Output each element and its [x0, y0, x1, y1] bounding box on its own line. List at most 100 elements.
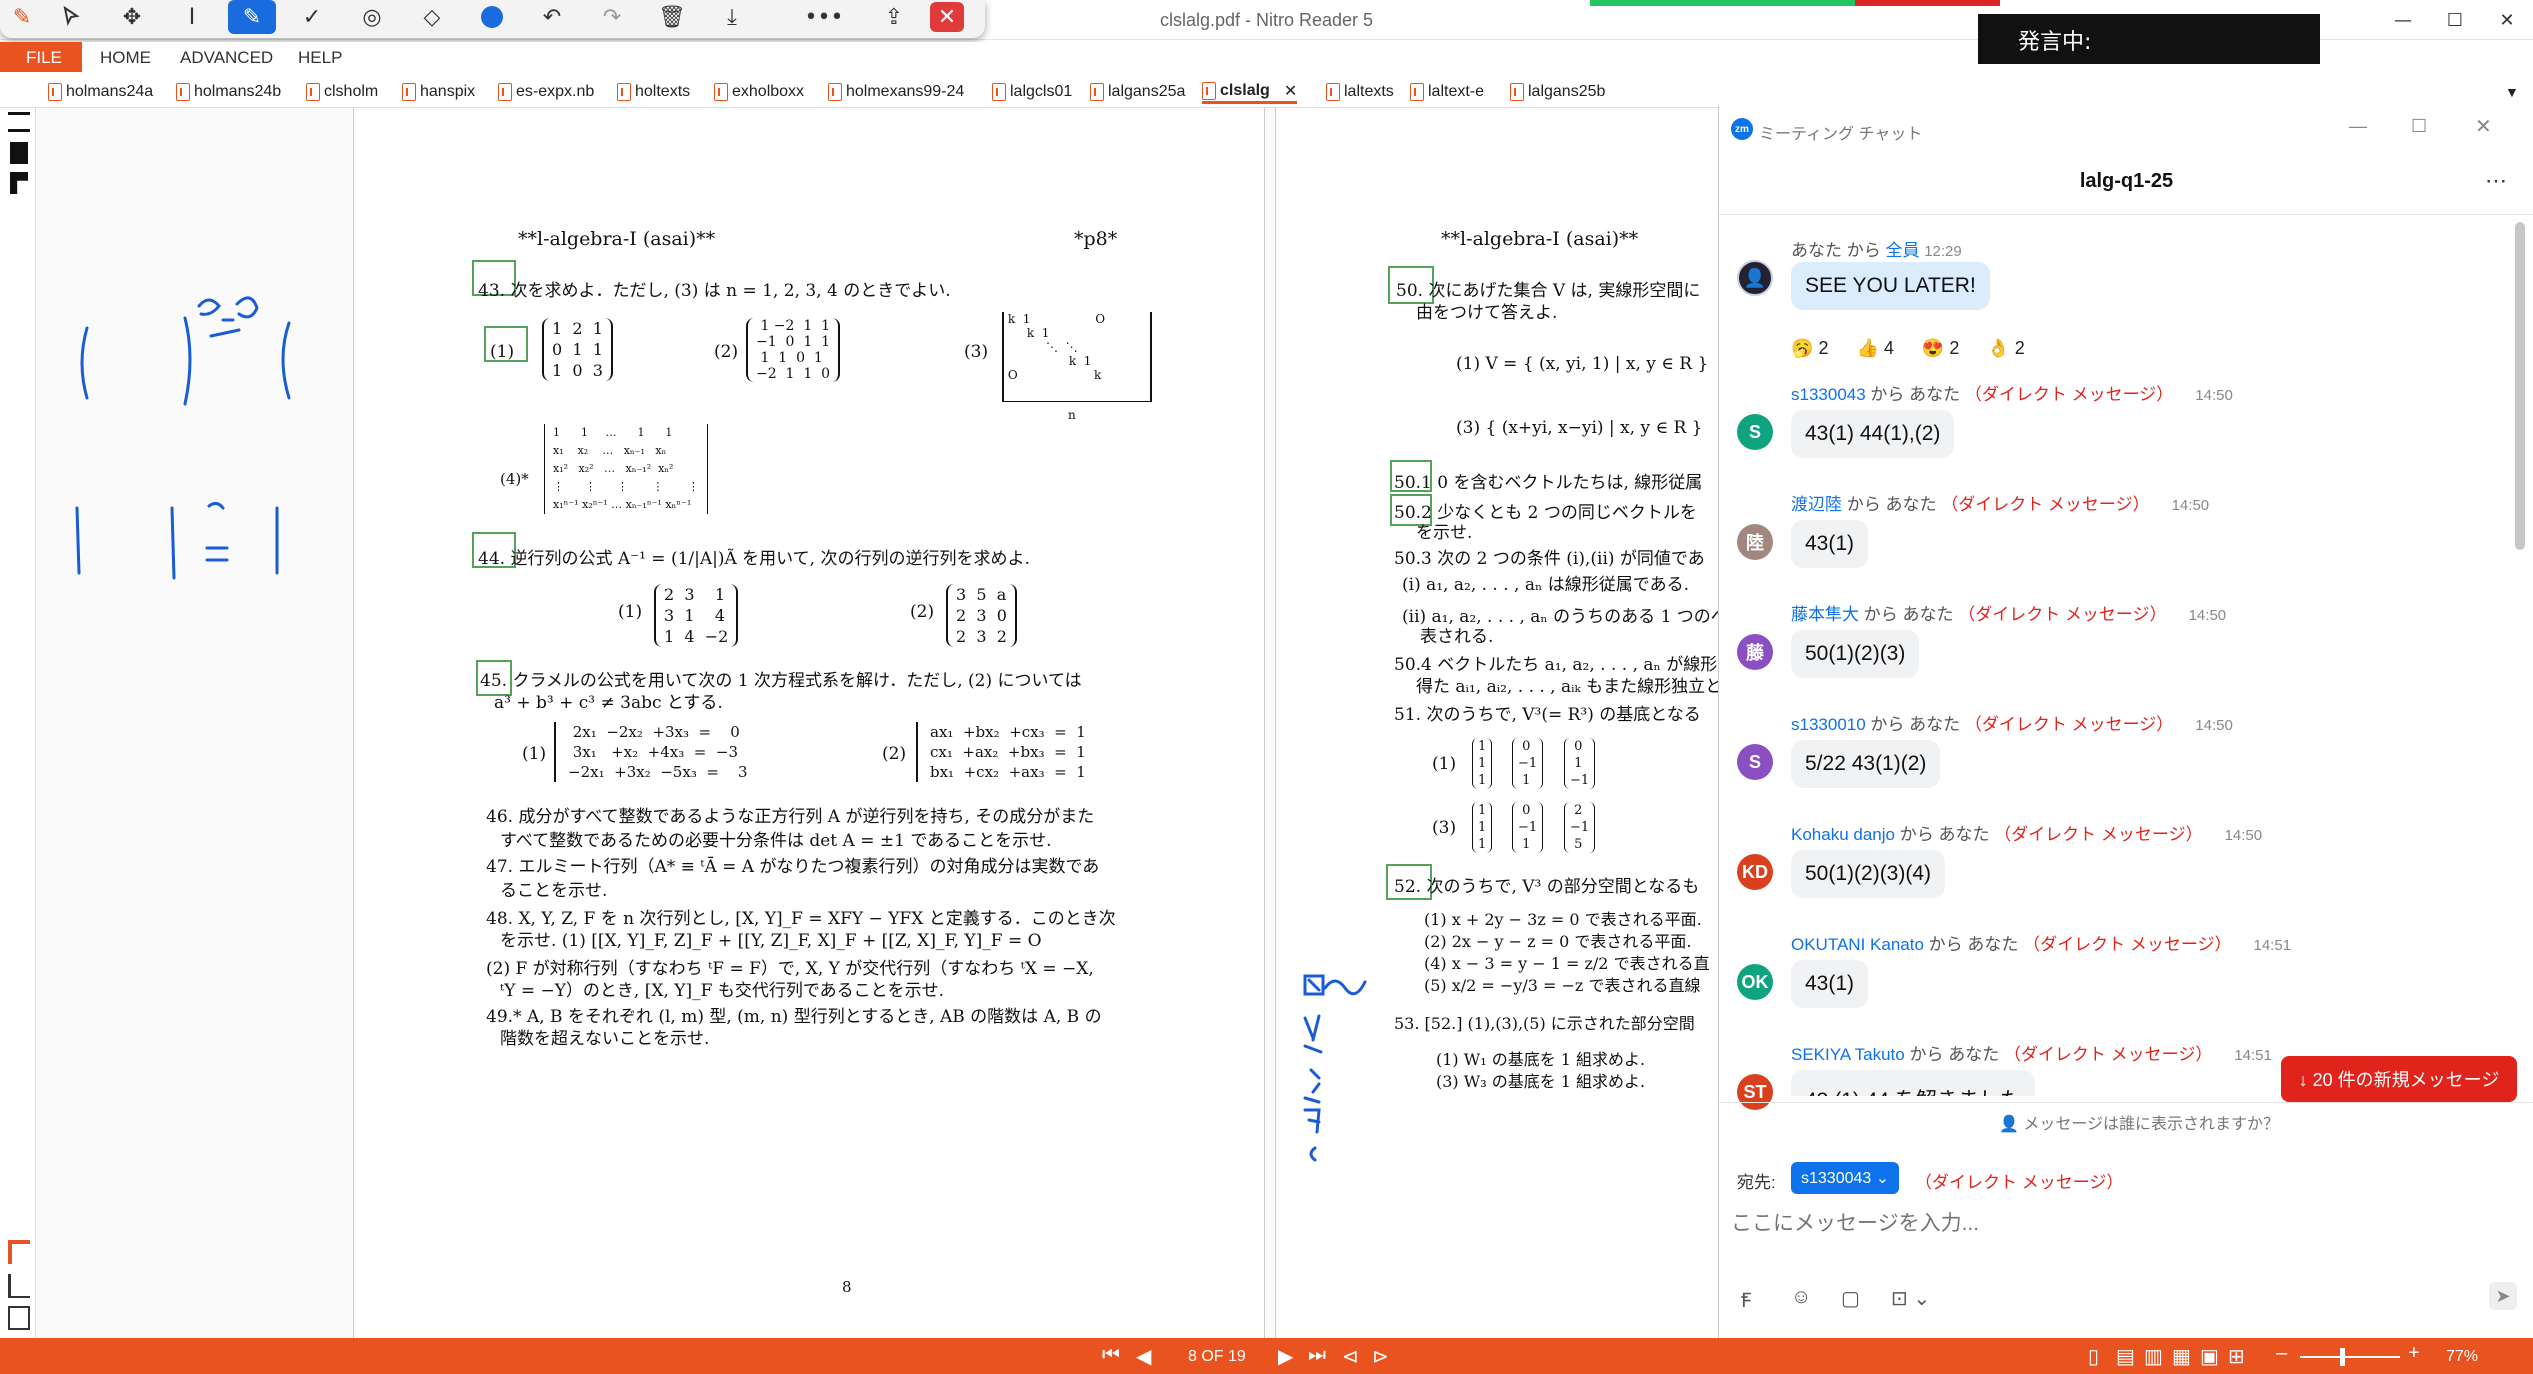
undo-icon[interactable]: ↶: [528, 0, 576, 34]
tab-doc[interactable]: laltexts: [1326, 80, 1394, 104]
reaction[interactable]: 👌 2: [1987, 338, 2024, 359]
message-header: SEKIYA Takuto から あなた （ダイレクト メッセージ） 14:51: [1791, 1040, 2272, 1065]
sender-name[interactable]: s1330010: [1791, 715, 1866, 734]
select-arrow-icon[interactable]: [48, 0, 96, 34]
fullscreen-icon[interactable]: ▣: [2200, 1344, 2219, 1369]
message-header: 藤本隼大 から あなた （ダイレクト メッセージ） 14:50: [1791, 600, 2226, 625]
sender-name[interactable]: OKUTANI Kanato: [1791, 935, 1924, 954]
reaction[interactable]: 😍 2: [1922, 338, 1959, 359]
question-50-4-cont: 得た aᵢ₁, aᵢ₂, . . . , aᵢₖ もまた線形独立と: [1416, 677, 1723, 697]
menu-file[interactable]: FILE: [0, 42, 82, 72]
chat-maximize-button[interactable]: ☐: [2411, 116, 2427, 137]
tab-doc[interactable]: hanspix: [402, 80, 475, 104]
text-cursor-icon[interactable]: I: [168, 0, 216, 34]
format-icon[interactable]: Ꞙ: [1741, 1286, 1751, 1313]
first-page-icon[interactable]: ⏮: [1102, 1344, 1120, 1367]
recipient-dropdown[interactable]: s1330043 ⌄: [1791, 1162, 1900, 1194]
close-toolbar-icon[interactable]: ✕: [930, 2, 964, 32]
visibility-note[interactable]: 👤 メッセージは誰に表示されますか？: [1999, 1110, 2279, 1134]
question-47-cont: ることを示せ.: [500, 881, 608, 901]
forward-view-icon[interactable]: ⊳: [1372, 1344, 1389, 1369]
question-49-cont: 階数を超えないことを示せ.: [500, 1029, 710, 1049]
question-45-cont: a³ + b³ + c³ ≠ 3abc とする.: [494, 693, 723, 713]
message-input[interactable]: [1731, 1204, 2511, 1244]
tab-doc[interactable]: holmans24a: [48, 80, 153, 104]
sender-name[interactable]: Kohaku danjo: [1791, 825, 1895, 844]
sender-name[interactable]: s1330043: [1791, 385, 1866, 404]
sender-name[interactable]: 藤本隼大: [1791, 605, 1859, 624]
trash-icon[interactable]: 🗑: [648, 0, 696, 34]
color-icon[interactable]: [468, 0, 516, 34]
sender-name[interactable]: SEKIYA Takuto: [1791, 1045, 1905, 1064]
single-page-icon[interactable]: ▯: [2088, 1344, 2099, 1369]
next-page-icon[interactable]: ▶: [1278, 1344, 1293, 1369]
menu-help[interactable]: HELP: [298, 48, 342, 68]
emoji-icon[interactable]: ☺: [1791, 1286, 1811, 1309]
tab-doc[interactable]: holtexts: [617, 80, 690, 104]
tab-doc[interactable]: laltext-e: [1410, 80, 1484, 104]
from-label: から あなた: [1909, 1045, 2000, 1064]
tab-doc[interactable]: es-expx.nb: [498, 80, 594, 104]
new-messages-button[interactable]: ↓ 20 件の新規メッセージ: [2281, 1056, 2517, 1102]
share-icon[interactable]: ⇪: [870, 0, 918, 34]
pages-panel-icon[interactable]: [8, 112, 30, 132]
close-tab-icon[interactable]: ✕: [1284, 81, 1297, 101]
redo-icon[interactable]: ↷: [588, 0, 636, 34]
facing-continuous-icon[interactable]: ▦: [2172, 1344, 2191, 1369]
check-icon[interactable]: ✓: [288, 0, 336, 34]
move-icon[interactable]: ✥: [108, 0, 156, 34]
reaction[interactable]: 🥱 2: [1791, 338, 1828, 359]
pdf-file-icon: [1090, 83, 1104, 101]
fit-page-icon[interactable]: ⊞: [2228, 1344, 2245, 1369]
chat-minimize-button[interactable]: —: [2349, 116, 2367, 137]
question-50-3: 50.3 次の 2 つの条件 (i),(ii) が同値であ: [1394, 549, 1705, 569]
tab-doc[interactable]: lalgcls01: [992, 80, 1072, 104]
more-icon[interactable]: •••: [800, 0, 848, 34]
dm-label: （ダイレクト メッセージ）: [1994, 825, 2203, 844]
tab-doc[interactable]: clsholm: [306, 80, 378, 104]
zoom-out-icon[interactable]: –: [2276, 1342, 2287, 1365]
pdf-file-icon: [714, 83, 728, 101]
zoom-level[interactable]: 77%: [2446, 1348, 2478, 1366]
tab-doc-active[interactable]: clslalg ✕: [1202, 80, 1298, 104]
continuous-icon[interactable]: ▤: [2116, 1344, 2135, 1369]
page-indicator[interactable]: 8 OF 19: [1188, 1348, 1246, 1366]
tab-doc[interactable]: exholboxx: [714, 80, 804, 104]
dm-label: （ダイレクト メッセージ）: [1941, 495, 2150, 514]
sender-avatar: KD: [1737, 854, 1773, 890]
tab-doc[interactable]: holmexans99-24: [828, 80, 964, 104]
tab-doc[interactable]: holmans24b: [176, 80, 281, 104]
minimize-button[interactable]: —: [2377, 0, 2429, 40]
maximize-button[interactable]: ☐: [2429, 0, 2481, 40]
close-button[interactable]: ✕: [2481, 0, 2533, 40]
layers-icon[interactable]: [8, 1274, 30, 1298]
send-icon[interactable]: ➤: [2489, 1282, 2517, 1310]
chat-close-button[interactable]: ✕: [2475, 114, 2492, 139]
file-icon[interactable]: ▢: [1841, 1286, 1860, 1311]
output-icon[interactable]: [8, 1306, 30, 1330]
sender-name[interactable]: 渡辺陸: [1791, 495, 1842, 514]
menu-advanced[interactable]: ADVANCED: [180, 48, 273, 68]
chat-more-icon[interactable]: ⋯: [2485, 168, 2507, 194]
tab-overflow-icon[interactable]: ▼: [2505, 80, 2519, 104]
prev-page-icon[interactable]: ◀: [1136, 1344, 1151, 1369]
attachments-icon[interactable]: [10, 172, 28, 194]
zoom-slider-handle[interactable]: [2340, 1348, 2345, 1366]
screenshot-icon[interactable]: ⊡ ⌄: [1891, 1286, 1930, 1311]
zoom-in-icon[interactable]: +: [2408, 1342, 2420, 1365]
facing-icon[interactable]: ▥: [2144, 1344, 2163, 1369]
pen-icon[interactable]: ✎: [228, 0, 276, 34]
back-view-icon[interactable]: ⊲: [1342, 1344, 1359, 1369]
chat-scrollbar[interactable]: [2515, 222, 2525, 550]
comments-icon[interactable]: [8, 1240, 30, 1264]
eraser-icon[interactable]: ◇: [408, 0, 456, 34]
tab-doc[interactable]: lalgans25b: [1510, 80, 1605, 104]
last-page-icon[interactable]: ⏭: [1308, 1344, 1326, 1367]
menu-home[interactable]: HOME: [100, 48, 151, 68]
reaction[interactable]: 👍 4: [1856, 338, 1893, 359]
bookmarks-icon[interactable]: [10, 142, 28, 164]
download-icon[interactable]: ⤓: [708, 0, 756, 34]
tab-doc[interactable]: lalgans25a: [1090, 80, 1185, 104]
highlighter-icon[interactable]: ◎: [348, 0, 396, 34]
zoom-slider[interactable]: [2300, 1356, 2400, 1358]
